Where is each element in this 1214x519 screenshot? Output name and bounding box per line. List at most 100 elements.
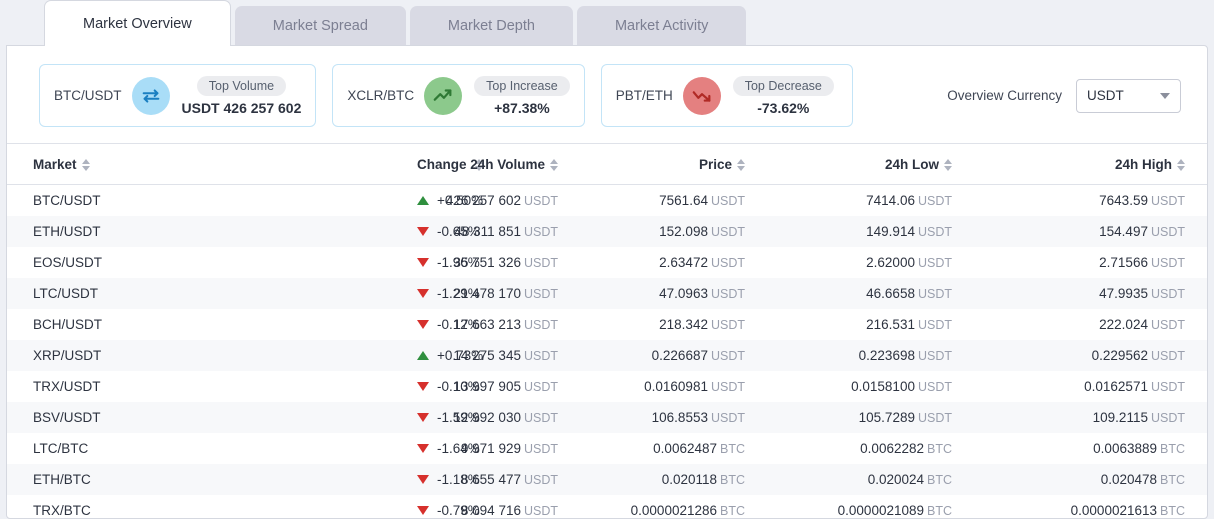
- table-row[interactable]: BSV/USDT -1.59% 12 992 030 USDT 106.8553 USDT…: [7, 402, 1207, 433]
- cell-change: -0.79%: [212, 495, 480, 519]
- sort-icon[interactable]: [81, 158, 90, 171]
- cell-low-number: 0.020024: [867, 472, 924, 487]
- cell-high-currency: BTC: [1160, 504, 1185, 518]
- table-row[interactable]: XRP/USDT +0.73% 14 275 345 USDT 0.226687 USDT…: [7, 340, 1207, 371]
- cell-high-currency: USDT: [1150, 380, 1185, 394]
- cell-volume-currency: USDT: [523, 380, 558, 394]
- cell-price: 218.342 USDT: [622, 309, 807, 340]
- cell-high-number: 0.0063889: [1093, 441, 1157, 456]
- column-header-price[interactable]: Price: [622, 144, 807, 185]
- cell-change: -1.96%: [212, 247, 480, 278]
- arrow-down-icon: [417, 506, 429, 515]
- cell-price: 0.0160981 USDT: [622, 371, 807, 402]
- table-row[interactable]: TRX/USDT -0.10% 13 997 905 USDT 0.0160981 USD…: [7, 371, 1207, 402]
- cell-price-currency: BTC: [720, 504, 745, 518]
- cell-high-number: 222.024: [1099, 317, 1148, 332]
- arrow-down-icon: [417, 289, 429, 298]
- table-row[interactable]: TRX/BTC -0.79% 8 094 716 USDT 0.0000021286 BT…: [7, 495, 1207, 519]
- cell-low-currency: USDT: [917, 380, 952, 394]
- table-row[interactable]: LTC/BTC -1.64% 9 971 929 USDT 0.0062487 BTC 0.…: [7, 433, 1207, 464]
- cell-market: ETH/USDT: [33, 224, 101, 239]
- cell-high: 154.497 USDT: [1007, 216, 1207, 247]
- tab-market-activity[interactable]: Market Activity: [576, 6, 747, 46]
- cell-high: 0.0162571 USDT: [1007, 371, 1207, 402]
- summary-card-pair: BTC/USDT: [54, 88, 122, 103]
- arrow-down-icon: [417, 227, 429, 236]
- summary-card-value: +87.38%: [494, 99, 550, 116]
- summary-card-btc-usdt[interactable]: BTC/USDT Top Volume USDT 426 257 602: [39, 64, 317, 127]
- cell-volume-number: 8 094 716: [460, 503, 521, 518]
- cell-price-currency: BTC: [720, 442, 745, 456]
- cell-price-currency: USDT: [710, 194, 745, 208]
- cell-low: 0.0000021089 BTC: [807, 495, 1007, 519]
- cell-price: 0.020118 BTC: [622, 464, 807, 495]
- cell-market: XRP/USDT: [33, 348, 102, 363]
- sort-icon[interactable]: [1177, 158, 1185, 171]
- market-table: Market Change 24h Volume Price 24h Low 24h Hi…: [7, 144, 1207, 519]
- cell-market: BTC/USDT: [33, 193, 101, 208]
- cell-price-number: 47.0963: [659, 286, 708, 301]
- cell-high-currency: USDT: [1150, 349, 1185, 363]
- cell-low-currency: USDT: [917, 411, 952, 425]
- cell-volume-currency: USDT: [523, 411, 558, 425]
- sort-icon[interactable]: [737, 158, 745, 171]
- cell-volume-currency: USDT: [523, 318, 558, 332]
- column-header-inner: 24h Low: [885, 157, 952, 172]
- summary-card-content: Top Increase +87.38%: [474, 75, 570, 116]
- cell-low-number: 2.62000: [866, 255, 915, 270]
- cell-high-currency: USDT: [1150, 225, 1185, 239]
- trending-up-icon: [424, 76, 463, 115]
- market-panel: BTC/USDT Top Volume USDT 426 257 602 XCLR/B…: [6, 45, 1208, 519]
- overview-currency-select[interactable]: USDT: [1076, 78, 1181, 113]
- cell-volume-number: 48 311 851: [454, 224, 521, 239]
- table-row[interactable]: LTC/USDT -1.29% 21 478 170 USDT 47.0963 USDT 4…: [7, 278, 1207, 309]
- cell-high-number: 0.020478: [1100, 472, 1157, 487]
- cell-change: -1.64%: [212, 433, 480, 464]
- summary-card-pbt-eth[interactable]: PBT/ETH Top Decrease -73.62%: [600, 64, 853, 127]
- cell-volume-number: 13 997 905: [453, 379, 521, 394]
- sort-icon[interactable]: [550, 158, 558, 171]
- cell-high-currency: USDT: [1150, 318, 1185, 332]
- table-row[interactable]: EOS/USDT -1.96% 35 751 326 USDT 2.63472 USDT 2…: [7, 247, 1207, 278]
- cell-low: 105.7289 USDT: [807, 402, 1007, 433]
- summary-card-content: Top Volume USDT 426 257 602: [182, 75, 301, 116]
- summary-card-xclr-btc[interactable]: XCLR/BTC Top Increase +87.38%: [332, 64, 585, 127]
- cell-change: -0.12%: [212, 309, 480, 340]
- cell-high: 109.2115 USDT: [1007, 402, 1207, 433]
- cell-high: 0.0063889 BTC: [1007, 433, 1207, 464]
- tab-market-spread[interactable]: Market Spread: [234, 6, 406, 46]
- cell-price-number: 0.020118: [661, 472, 717, 487]
- cell-low-currency: USDT: [917, 318, 952, 332]
- cell-price: 152.098 USDT: [622, 216, 807, 247]
- table-row[interactable]: BCH/USDT -0.12% 17 663 213 USDT 218.342 USDT 2…: [7, 309, 1207, 340]
- cell-low: 216.531 USDT: [807, 309, 1007, 340]
- column-header-market[interactable]: Market: [7, 144, 212, 185]
- cell-low-number: 7414.06: [866, 193, 915, 208]
- cell-price: 0.0000021286 BTC: [622, 495, 807, 519]
- cell-price-number: 0.0062487: [653, 441, 717, 456]
- cell-low-number: 46.6658: [866, 286, 915, 301]
- summary-card-badge: Top Volume: [196, 75, 287, 96]
- arrow-down-icon: [417, 258, 429, 267]
- cell-low-number: 0.0062282: [860, 441, 924, 456]
- cell-volume-currency: USDT: [523, 256, 558, 270]
- cell-price-number: 218.342: [659, 317, 708, 332]
- overview-currency-label: Overview Currency: [947, 88, 1062, 103]
- table-row[interactable]: BTC/USDT +0.50% 426 257 602 USDT 7561.64 USDT…: [7, 185, 1207, 217]
- table-row[interactable]: ETH/USDT -0.65% 48 311 851 USDT 152.098 USDT 1…: [7, 216, 1207, 247]
- column-header-24h-high[interactable]: 24h High: [1007, 144, 1207, 185]
- cell-low-number: 0.0158100: [851, 379, 915, 394]
- column-header-change[interactable]: Change: [212, 144, 483, 185]
- cell-high-currency: USDT: [1150, 287, 1185, 301]
- table-header: Market Change 24h Volume Price 24h Low 24h Hi…: [7, 144, 1207, 185]
- sort-icon[interactable]: [944, 158, 952, 171]
- cell-price: 0.226687 USDT: [622, 340, 807, 371]
- tab-market-overview[interactable]: Market Overview: [44, 0, 231, 46]
- table-header-row: Market Change 24h Volume Price 24h Low 24h Hi…: [7, 144, 1207, 185]
- summary-card-badge: Top Decrease: [732, 75, 834, 96]
- cell-price-number: 0.226687: [651, 348, 708, 363]
- tab-market-depth[interactable]: Market Depth: [409, 6, 573, 46]
- column-header-24h-low[interactable]: 24h Low: [807, 144, 1007, 185]
- cell-change: +0.73%: [212, 340, 483, 371]
- table-row[interactable]: ETH/BTC -1.18% 8 655 477 USDT 0.020118 BTC 0.0…: [7, 464, 1207, 495]
